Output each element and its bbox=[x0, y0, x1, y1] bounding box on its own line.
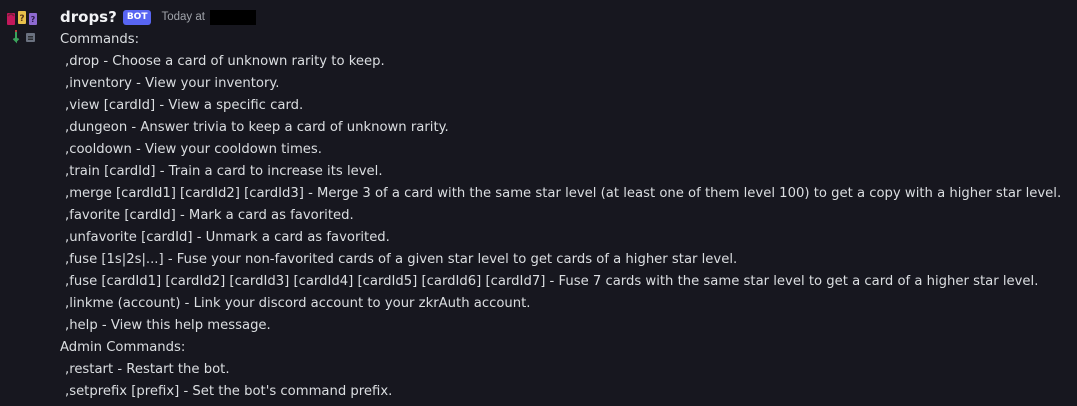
command-drop: ,drop - Choose a card of unknown rarity … bbox=[65, 54, 385, 69]
redacted-time bbox=[209, 9, 256, 25]
command-merge: ,merge [cardId1] [cardId2] [cardId3] - M… bbox=[65, 186, 1062, 201]
command-setprefix: ,setprefix [prefix] - Set the bot's comm… bbox=[65, 384, 393, 399]
admin-commands-heading: Admin Commands: bbox=[60, 340, 186, 355]
author-username[interactable]: drops? bbox=[60, 8, 117, 26]
drops-bot-avatar-icon: ? ? bbox=[7, 11, 37, 44]
command-train: ,train [cardId] - Train a card to increa… bbox=[65, 164, 383, 179]
command-restart: ,restart - Restart the bot. bbox=[65, 362, 230, 377]
bot-badge: BOT bbox=[122, 9, 152, 25]
command-dungeon: ,dungeon - Answer trivia to keep a card … bbox=[65, 120, 449, 135]
message-content: Commands: ,drop - Choose a card of unkno… bbox=[60, 29, 1073, 403]
bot-avatar[interactable]: ? ? bbox=[6, 8, 42, 48]
commands-heading: Commands: bbox=[60, 32, 140, 47]
command-fuse-cards: ,fuse [cardId1] [cardId2] [cardId3] [car… bbox=[65, 274, 1039, 289]
command-fuse-star: ,fuse [1s|2s|...] - Fuse your non-favori… bbox=[65, 252, 738, 267]
svg-text:?: ? bbox=[31, 15, 36, 24]
command-inventory: ,inventory - View your inventory. bbox=[65, 76, 280, 91]
command-unfavorite: ,unfavorite [cardId] - Unmark a card as … bbox=[65, 230, 390, 245]
message-timestamp[interactable]: Today at bbox=[161, 11, 204, 23]
command-favorite: ,favorite [cardId] - Mark a card as favo… bbox=[65, 208, 354, 223]
svg-text:?: ? bbox=[19, 14, 24, 24]
command-cooldown: ,cooldown - View your cooldown times. bbox=[65, 142, 322, 157]
message-header: drops? BOT Today at bbox=[60, 6, 256, 28]
command-linkme: ,linkme (account) - Link your discord ac… bbox=[65, 296, 531, 311]
command-help: ,help - View this help message. bbox=[65, 318, 271, 333]
command-view: ,view [cardId] - View a specific card. bbox=[65, 98, 304, 113]
